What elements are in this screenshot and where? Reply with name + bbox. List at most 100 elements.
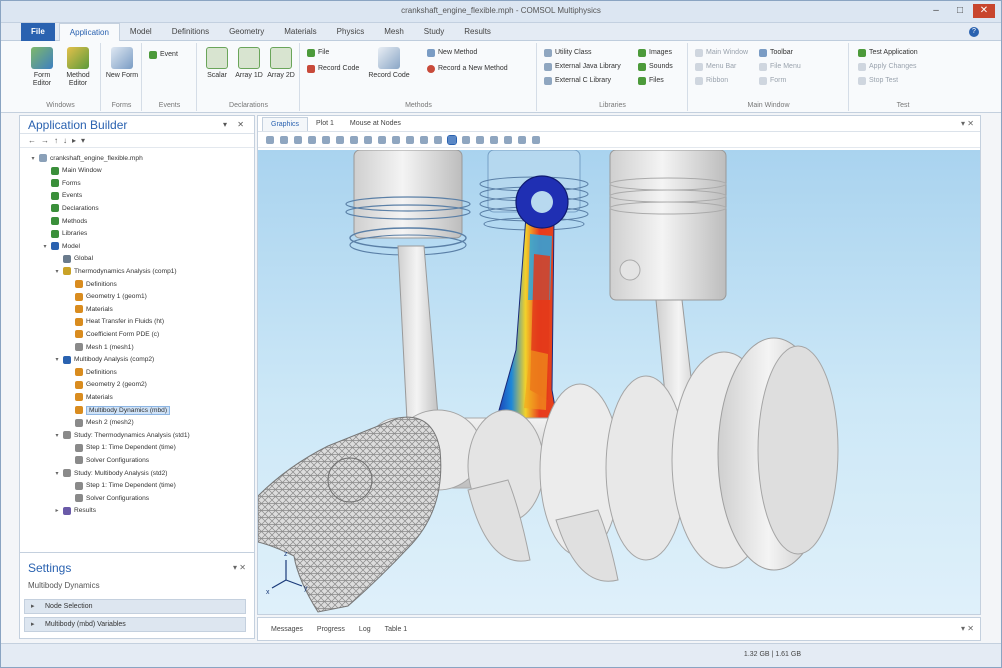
tab-mesh[interactable]: Mesh bbox=[374, 23, 414, 41]
settings-close-icon[interactable]: ▾ ✕ bbox=[233, 563, 246, 572]
graphics-viewport[interactable]: z y x bbox=[258, 150, 980, 614]
tab-messages[interactable]: Messages bbox=[264, 626, 310, 633]
zoom-extents-icon[interactable] bbox=[308, 135, 316, 144]
tab-progress[interactable]: Progress bbox=[310, 626, 352, 633]
apply-changes-button[interactable]: Apply Changes bbox=[858, 61, 916, 72]
tab-definitions[interactable]: Definitions bbox=[162, 23, 219, 41]
tree-node[interactable]: Solver Configurations bbox=[66, 454, 149, 466]
utility-class-button[interactable]: Utility Class bbox=[544, 47, 592, 58]
record-code-button[interactable]: Record Code bbox=[367, 47, 411, 80]
images-button[interactable]: Images bbox=[638, 47, 672, 58]
new-method-button[interactable]: New Method bbox=[427, 47, 477, 58]
expand-icon[interactable]: ▸ bbox=[72, 136, 76, 145]
method-editor-button[interactable]: Method Editor bbox=[61, 47, 95, 88]
tree-node[interactable]: ▾ Study: Thermodynamics Analysis (std1) bbox=[54, 429, 190, 441]
tree-node[interactable]: Materials bbox=[66, 391, 113, 403]
expand-toggle-icon[interactable]: ▾ bbox=[42, 243, 48, 250]
main-window-button[interactable]: Main Window bbox=[695, 47, 748, 58]
tree-node[interactable]: Declarations bbox=[42, 202, 99, 214]
collapse-icon[interactable]: ▾ bbox=[81, 136, 85, 145]
tree-node[interactable]: Step 1: Time Dependent (time) bbox=[66, 442, 176, 454]
tree-node[interactable]: ▾ Thermodynamics Analysis (comp1) bbox=[54, 265, 177, 277]
image-snapshot-icon[interactable] bbox=[504, 135, 512, 144]
select-icon[interactable] bbox=[350, 135, 358, 144]
external-c-library-button[interactable]: External C Library bbox=[544, 75, 611, 86]
expand-toggle-icon[interactable]: ▾ bbox=[54, 470, 60, 477]
tree-node[interactable]: Mesh 1 (mesh1) bbox=[66, 341, 134, 353]
toolbar-button[interactable]: Toolbar bbox=[759, 47, 793, 58]
zoom-box-icon[interactable] bbox=[294, 135, 302, 144]
settings-section-variables[interactable]: Multibody (mbd) Variables bbox=[24, 617, 246, 632]
tab-log[interactable]: Log bbox=[352, 626, 378, 633]
tab-model[interactable]: Model bbox=[120, 23, 162, 41]
ribbon-button[interactable]: Ribbon bbox=[695, 75, 728, 86]
view-y-icon[interactable] bbox=[462, 135, 470, 144]
event-button[interactable]: Event bbox=[149, 49, 178, 60]
view-icon[interactable] bbox=[434, 135, 442, 144]
view-x-icon[interactable] bbox=[447, 134, 457, 145]
tree-node[interactable]: Heat Transfer in Fluids (ht) bbox=[66, 316, 164, 328]
deselect-icon[interactable] bbox=[364, 135, 372, 144]
expand-toggle-icon[interactable]: ▸ bbox=[54, 507, 60, 514]
tree-node[interactable]: Definitions bbox=[66, 278, 117, 290]
help-icon[interactable]: ? bbox=[969, 27, 979, 37]
minimize-button[interactable]: – bbox=[925, 4, 947, 18]
zoom-in-icon[interactable] bbox=[266, 135, 274, 144]
graphics-window-controls[interactable]: ▾ ✕ bbox=[961, 119, 974, 128]
record-code-small-button[interactable]: Record Code bbox=[307, 63, 359, 74]
wireframe-icon[interactable] bbox=[378, 135, 386, 144]
tab-table[interactable]: Table 1 bbox=[378, 626, 415, 633]
tree-node[interactable]: Geometry 2 (geom2) bbox=[66, 379, 147, 391]
camera-icon[interactable] bbox=[518, 135, 526, 144]
settings-section-node-selection[interactable]: Node Selection bbox=[24, 599, 246, 614]
tab-study[interactable]: Study bbox=[414, 23, 454, 41]
tab-application[interactable]: Application bbox=[58, 22, 120, 41]
tab-graphics[interactable]: Graphics bbox=[262, 117, 309, 131]
tab-physics[interactable]: Physics bbox=[327, 23, 375, 41]
array-2d-button[interactable]: Array 2D bbox=[264, 47, 298, 80]
tree-node[interactable]: Geometry 1 (geom1) bbox=[66, 291, 147, 303]
tab-materials[interactable]: Materials bbox=[274, 23, 326, 41]
expand-toggle-icon[interactable]: ▾ bbox=[54, 268, 60, 275]
expand-toggle-icon[interactable]: ▾ bbox=[54, 432, 60, 439]
rotate-icon[interactable] bbox=[322, 135, 330, 144]
tree-node[interactable]: Mesh 2 (mesh2) bbox=[66, 417, 134, 429]
sounds-button[interactable]: Sounds bbox=[638, 61, 673, 72]
tree-node[interactable]: Global bbox=[54, 253, 93, 265]
new-form-button[interactable]: New Form bbox=[105, 47, 139, 80]
tree-node[interactable]: Methods bbox=[42, 215, 87, 227]
export-icon[interactable] bbox=[532, 135, 540, 144]
external-java-library-button[interactable]: External Java Library bbox=[544, 61, 621, 72]
tree-node[interactable]: Forms bbox=[42, 177, 81, 189]
back-arrow-icon[interactable]: ← bbox=[28, 136, 36, 145]
down-arrow-icon[interactable]: ↓ bbox=[63, 136, 67, 145]
file-menu-button[interactable]: File Menu bbox=[759, 61, 801, 72]
tree-node[interactable]: Coefficient Form PDE (c) bbox=[66, 328, 159, 340]
record-new-method-button[interactable]: Record a New Method bbox=[427, 63, 508, 74]
file-menu-tab[interactable]: File bbox=[21, 22, 55, 41]
panel-window-controls[interactable]: ▾ ✕ bbox=[223, 120, 248, 129]
expand-toggle-icon[interactable]: ▾ bbox=[54, 356, 60, 363]
tree-node-selected[interactable]: Multibody Dynamics (mbd) bbox=[66, 404, 171, 416]
tab-results[interactable]: Results bbox=[454, 23, 501, 41]
view-z-icon[interactable] bbox=[476, 135, 484, 144]
form-editor-button[interactable]: Form Editor bbox=[25, 47, 59, 88]
lighting-icon[interactable] bbox=[406, 135, 414, 144]
messages-panel-controls[interactable]: ▾ ✕ bbox=[961, 624, 974, 633]
print-icon[interactable] bbox=[490, 135, 498, 144]
tree-node[interactable]: ▾ crankshaft_engine_flexible.mph bbox=[30, 152, 143, 164]
up-arrow-icon[interactable]: ↑ bbox=[54, 136, 58, 145]
close-button[interactable]: ✕ bbox=[973, 4, 995, 18]
files-button[interactable]: Files bbox=[638, 75, 664, 86]
zoom-out-icon[interactable] bbox=[280, 135, 288, 144]
transparency-icon[interactable] bbox=[392, 135, 400, 144]
form-button[interactable]: Form bbox=[759, 75, 786, 86]
tab-plot[interactable]: Plot 1 bbox=[308, 117, 342, 131]
menu-bar-button[interactable]: Menu Bar bbox=[695, 61, 736, 72]
tree-node[interactable]: Events bbox=[42, 190, 82, 202]
tree-node[interactable]: Libraries bbox=[42, 228, 87, 240]
forward-arrow-icon[interactable]: → bbox=[41, 136, 49, 145]
tree-node[interactable]: Definitions bbox=[66, 366, 117, 378]
tree-node[interactable]: Main Window bbox=[42, 165, 102, 177]
expand-toggle-icon[interactable]: ▾ bbox=[30, 155, 36, 162]
